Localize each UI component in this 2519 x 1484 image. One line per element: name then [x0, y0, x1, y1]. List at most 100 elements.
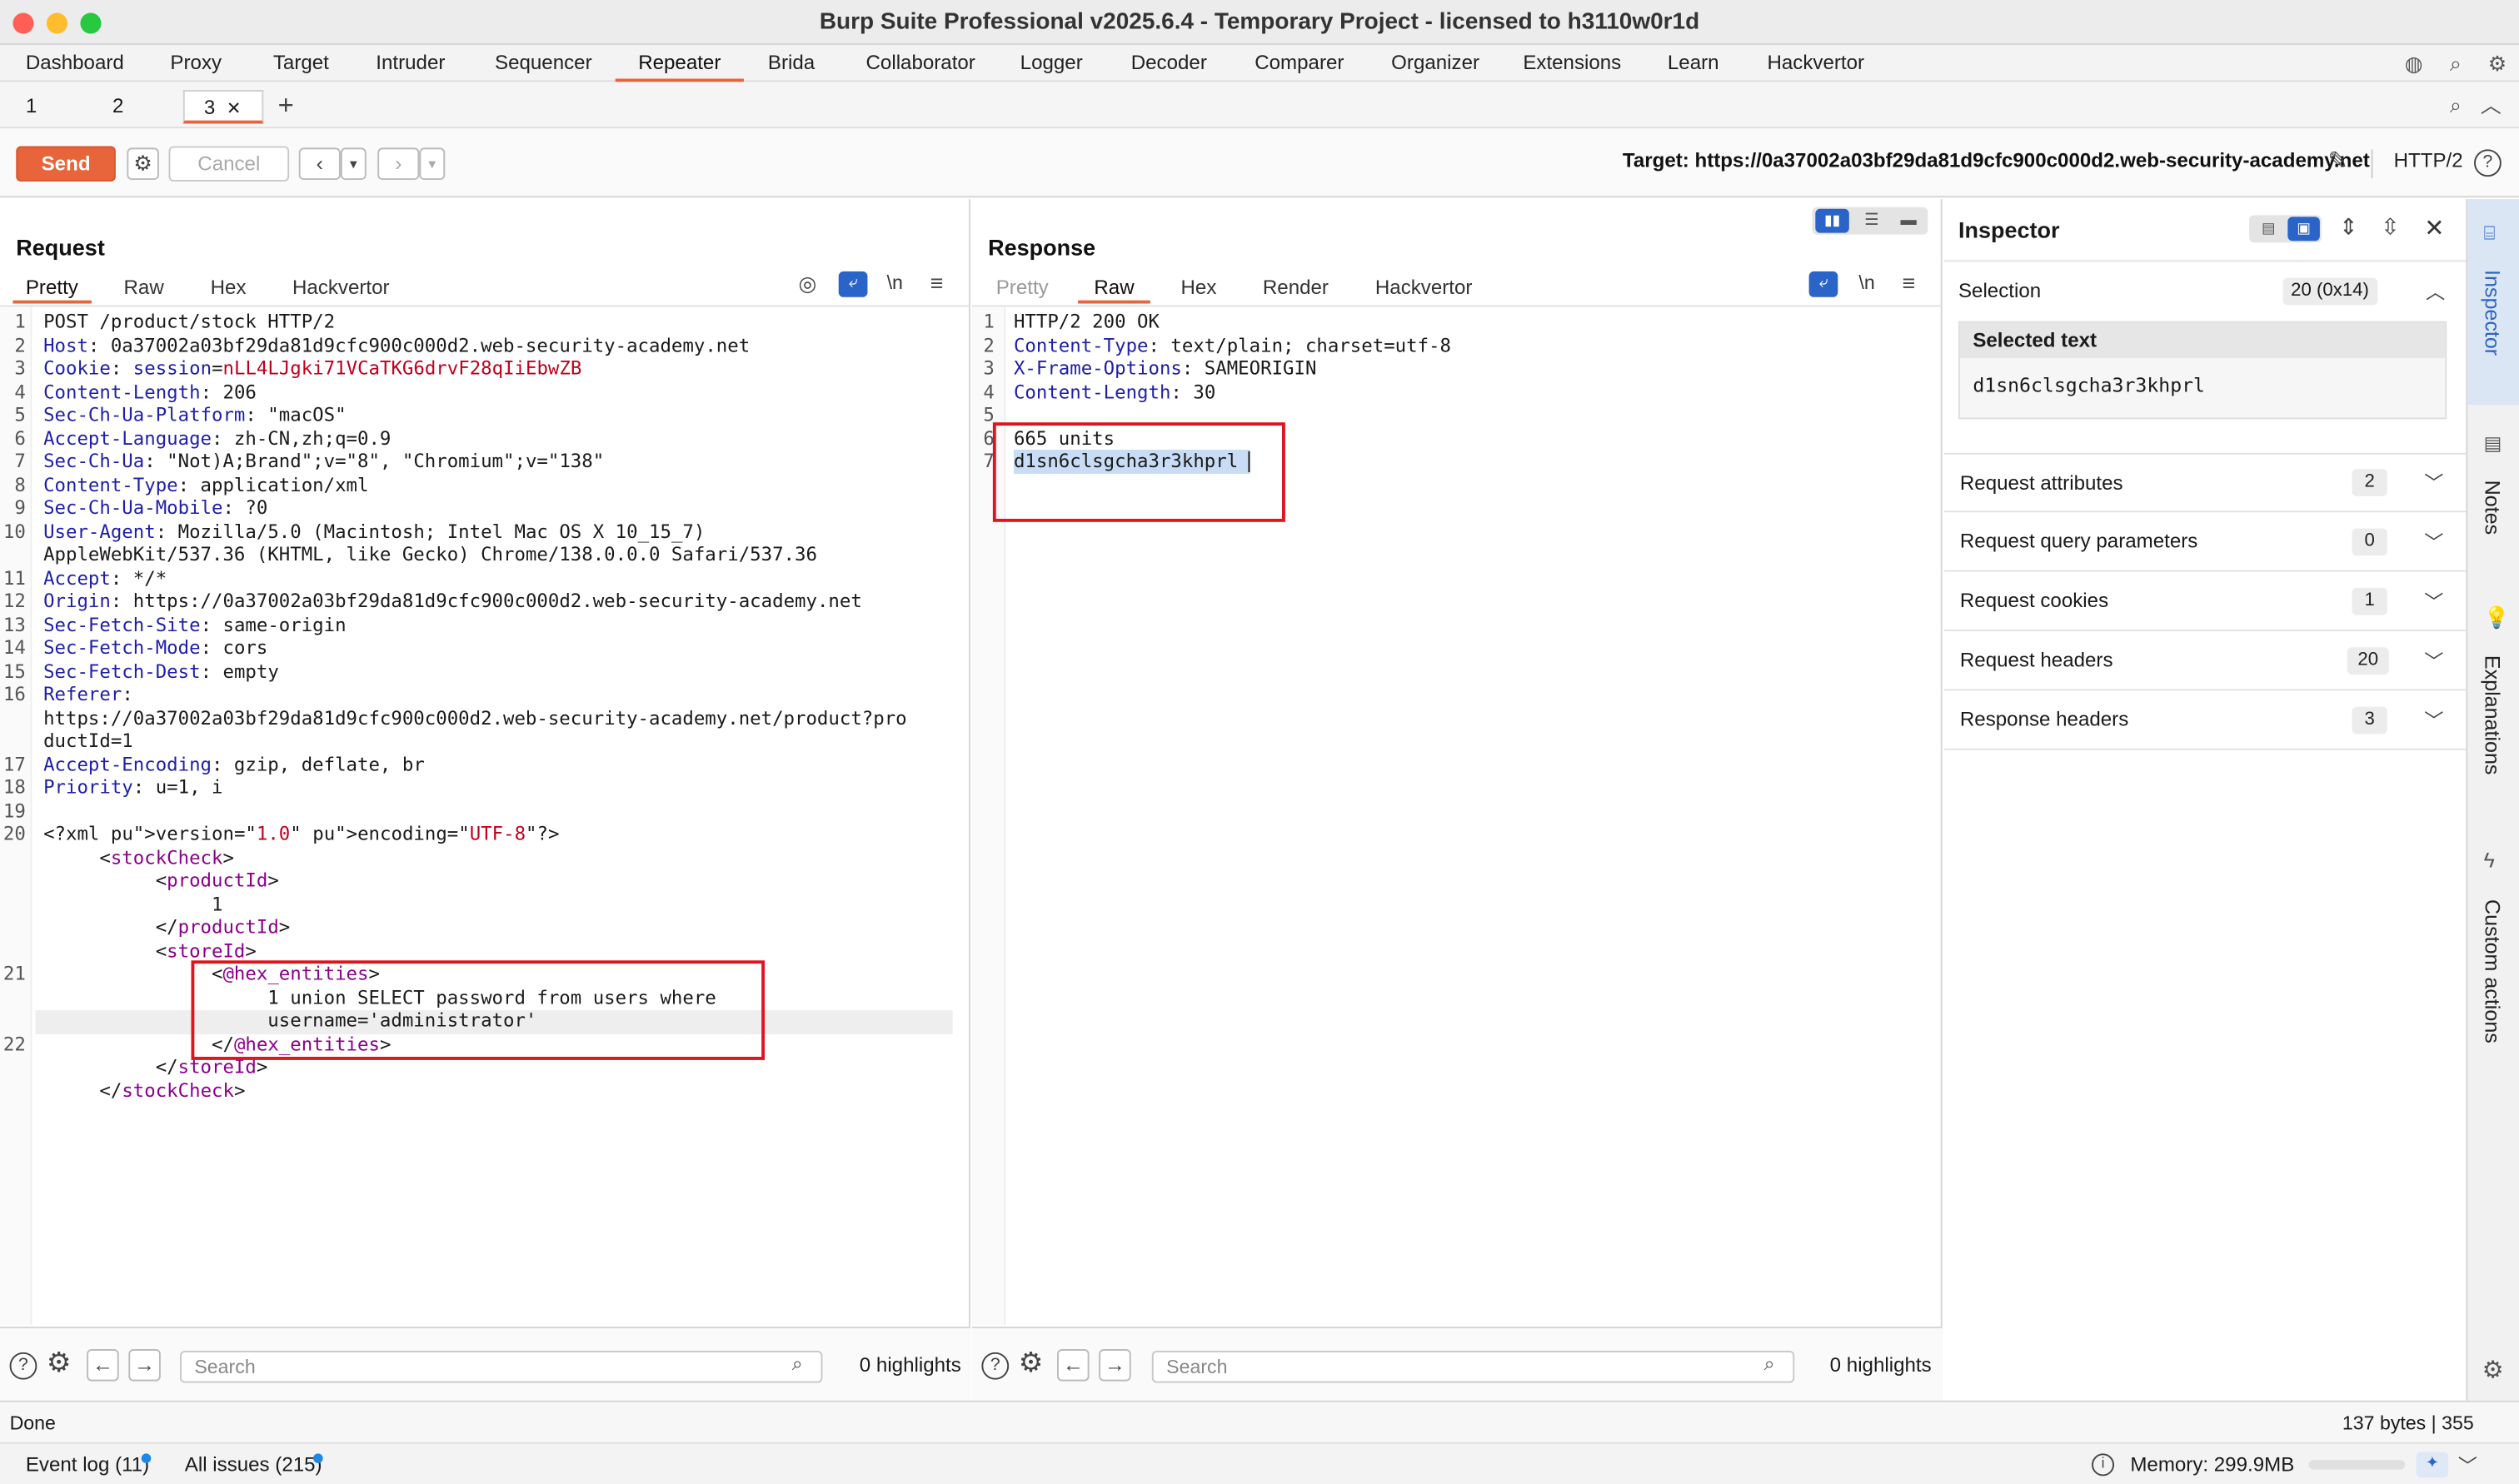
settings-gear-icon[interactable]: ⚙ — [127, 147, 159, 181]
ai-sparkle-icon[interactable]: ✦ — [2416, 1452, 2449, 1478]
chevron-down-icon[interactable]: ﹀ — [2424, 469, 2443, 496]
help-icon[interactable]: ? — [981, 1352, 1010, 1380]
search-tabs-icon[interactable]: ⌕ — [2443, 93, 2467, 117]
back-arrow-icon[interactable]: ‹ — [298, 147, 341, 181]
side-tab-inspector[interactable]: ⌸ Inspector — [2467, 199, 2519, 406]
layout-stacked-icon[interactable]: ☰ — [1856, 209, 1888, 233]
wrap-lines-icon[interactable]: ⤶ — [838, 271, 868, 297]
collapse-up-icon[interactable]: ︿ — [2479, 93, 2503, 117]
tab-proxy[interactable]: Proxy — [170, 45, 222, 82]
request-search-input[interactable]: Search — [180, 1350, 823, 1383]
tab-comparer[interactable]: Comparer — [1255, 45, 1344, 82]
response-headers-row[interactable]: Response headers — [1943, 690, 2467, 750]
event-log-button[interactable]: Event log (11) — [26, 1444, 149, 1484]
chevron-down-icon[interactable]: ﹀ — [2424, 588, 2443, 615]
forward-arrow-icon[interactable]: › — [377, 147, 420, 181]
expand-all-icon[interactable]: ⇕ — [2339, 214, 2358, 242]
add-tab-icon[interactable]: + — [278, 90, 294, 122]
tab-decoder[interactable]: Decoder — [1131, 45, 1207, 82]
tab-extensions[interactable]: Extensions — [1523, 45, 1621, 82]
previous-match-arrow-icon[interactable]: ← — [87, 1349, 119, 1382]
selected-text-value[interactable]: d1sn6clsgcha3r3khprl — [1960, 358, 2445, 397]
request-tab-hex[interactable]: Hex — [211, 271, 247, 304]
newline-toggle-icon[interactable]: \n — [887, 271, 903, 294]
wrap-lines-icon[interactable]: ⤶ — [1808, 271, 1838, 297]
hide-eye-icon[interactable]: ◎ — [799, 271, 817, 297]
side-tab-notes[interactable]: Notes — [2481, 481, 2505, 535]
sidebar-settings-gear-icon[interactable]: ⚙ — [2482, 1356, 2504, 1385]
collapse-all-icon[interactable]: ⇳ — [2381, 214, 2400, 242]
tab-target[interactable]: Target — [273, 45, 329, 82]
help-icon[interactable]: ? — [9, 1352, 37, 1380]
lightning-icon[interactable]: ϟ — [2484, 848, 2495, 872]
repeater-tab-1[interactable]: 1 — [7, 90, 84, 124]
tab-repeater[interactable]: Repeater — [615, 45, 744, 82]
target-url[interactable]: Target: https://0a37002a03bf29da81d9cfc9… — [1623, 149, 2370, 172]
request-toolbar: Send ⚙ Cancel ‹ ▾ › ▾ Target: https://0a… — [0, 128, 2519, 198]
request-tab-pretty[interactable]: Pretty — [12, 271, 92, 304]
forward-history-dropdown-icon[interactable]: ▾ — [419, 147, 446, 181]
close-tab-icon[interactable]: ✕ — [227, 100, 242, 119]
search-icon[interactable]: ⌕ — [2443, 52, 2467, 76]
chevron-up-icon[interactable]: ︿ — [2426, 278, 2445, 306]
selection-section-header[interactable]: Selection — [1943, 260, 2467, 319]
response-tab-pretty[interactable]: Pretty — [996, 271, 1049, 304]
chevron-down-icon[interactable]: ﹀ — [2424, 647, 2443, 675]
response-search-input[interactable]: Search — [1151, 1350, 1795, 1383]
request-tab-hackvertor[interactable]: Hackvertor — [292, 271, 390, 304]
response-tab-render[interactable]: Render — [1263, 271, 1329, 304]
response-search-bar: ? ⚙ ← → Search ⌕ 0 highlights — [971, 1327, 1943, 1401]
request-query-parameters-row[interactable]: Request query parameters — [1943, 512, 2467, 572]
send-button[interactable]: Send — [16, 146, 116, 182]
info-icon[interactable]: i — [2092, 1453, 2115, 1477]
tab-brida[interactable]: Brida — [768, 45, 815, 82]
inspector-layout-right-icon[interactable]: ▣ — [2287, 217, 2320, 242]
tab-dashboard[interactable]: Dashboard — [26, 45, 124, 82]
next-match-arrow-icon[interactable]: → — [128, 1349, 161, 1382]
chevron-down-icon[interactable]: ﹀ — [2458, 1446, 2477, 1484]
http-version-selector[interactable]: HTTP/2 — [2394, 149, 2463, 172]
search-settings-gear-icon[interactable]: ⚙ — [1019, 1347, 1043, 1380]
gear-icon[interactable]: ⚙ — [2486, 52, 2510, 76]
side-tab-custom-actions[interactable]: Custom actions — [2481, 899, 2505, 1043]
menu-icon[interactable]: ≡ — [1902, 270, 1915, 296]
tab-logger[interactable]: Logger — [1020, 45, 1083, 82]
back-history-dropdown-icon[interactable]: ▾ — [340, 147, 367, 181]
line-number: 7 — [14, 450, 26, 473]
tab-intruder[interactable]: Intruder — [376, 45, 445, 82]
repeater-tab-3[interactable]: 3 ✕ — [182, 90, 264, 124]
lightbulb-icon[interactable]: 💡 — [2484, 605, 2510, 631]
edit-target-pencil-icon[interactable]: ✎ — [2328, 147, 2348, 175]
request-cookies-row[interactable]: Request cookies — [1943, 572, 2467, 631]
request-tab-raw[interactable]: Raw — [124, 271, 164, 304]
notes-icon[interactable]: ▤ — [2484, 432, 2502, 455]
tab-hackvertor[interactable]: Hackvertor — [1767, 45, 1864, 82]
chevron-down-icon[interactable]: ﹀ — [2424, 529, 2443, 556]
tab-sequencer[interactable]: Sequencer — [495, 45, 592, 82]
response-tab-hex[interactable]: Hex — [1181, 271, 1217, 304]
help-icon[interactable]: ? — [2474, 149, 2502, 177]
previous-match-arrow-icon[interactable]: ← — [1057, 1349, 1090, 1382]
tab-learn[interactable]: Learn — [1668, 45, 1719, 82]
response-tab-raw[interactable]: Raw — [1078, 271, 1150, 304]
chevron-down-icon[interactable]: ﹀ — [2424, 707, 2443, 735]
tab-organizer[interactable]: Organizer — [1391, 45, 1479, 82]
search-settings-gear-icon[interactable]: ⚙ — [47, 1347, 71, 1380]
response-tab-hackvertor[interactable]: Hackvertor — [1375, 271, 1473, 304]
cancel-button[interactable]: Cancel — [168, 146, 290, 182]
layout-tabs-icon[interactable]: ▬ — [1893, 209, 1925, 233]
request-attributes-row[interactable]: Request attributes — [1943, 452, 2467, 513]
line-number — [0, 915, 26, 939]
next-match-arrow-icon[interactable]: → — [1099, 1349, 1131, 1382]
newline-toggle-icon[interactable]: \n — [1858, 271, 1874, 294]
tab-collaborator[interactable]: Collaborator — [866, 45, 975, 82]
repeater-tab-2[interactable]: 2 — [93, 90, 173, 124]
globe-icon[interactable]: ◍ — [2402, 52, 2426, 76]
close-inspector-icon[interactable]: ✕ — [2424, 214, 2444, 242]
all-issues-button[interactable]: All issues (215) — [185, 1444, 322, 1484]
inspector-layout-left-icon[interactable]: ▤ — [2252, 217, 2285, 241]
side-tab-explanations[interactable]: Explanations — [2481, 655, 2505, 775]
menu-icon[interactable]: ≡ — [930, 270, 944, 296]
request-line: Content-Length: 206 — [43, 380, 257, 403]
layout-side-by-side-icon[interactable]: ▮▮ — [1815, 208, 1849, 233]
